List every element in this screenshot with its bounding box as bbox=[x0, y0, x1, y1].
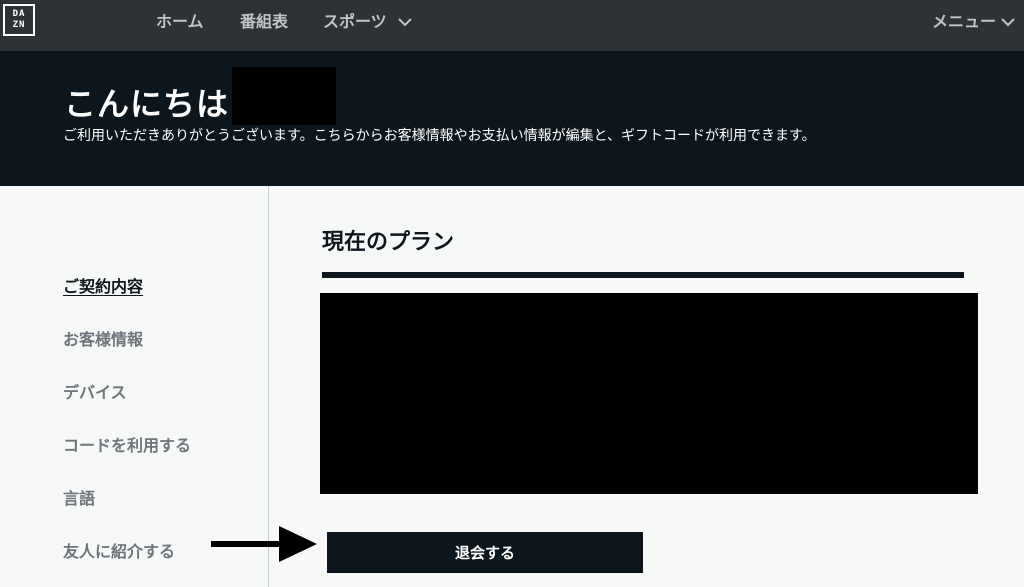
nav-menu[interactable]: メニュー bbox=[932, 0, 1016, 44]
sidebar-item-devices[interactable]: デバイス bbox=[63, 379, 127, 403]
nav-menu-label: メニュー bbox=[932, 12, 997, 31]
logo-text-top: DA bbox=[12, 9, 26, 19]
nav-sports[interactable]: スポーツ bbox=[323, 0, 413, 44]
redacted-plan-details bbox=[320, 293, 978, 494]
greeting-title: こんにちは bbox=[64, 85, 230, 123]
sidebar-item-redeem-code[interactable]: コードを利用する bbox=[63, 432, 191, 456]
arrow-right-icon bbox=[211, 526, 317, 562]
sidebar-item-refer-friend[interactable]: 友人に紹介する bbox=[63, 538, 175, 562]
nav-home[interactable]: ホーム bbox=[156, 0, 204, 44]
sidebar-item-contract[interactable]: ご契約内容 bbox=[63, 273, 143, 297]
sidebar-item-customer-info[interactable]: お客様情報 bbox=[63, 326, 143, 350]
chevron-down-icon bbox=[397, 18, 412, 27]
sidebar-item-language[interactable]: 言語 bbox=[63, 485, 95, 509]
cancel-membership-button[interactable]: 退会する bbox=[327, 532, 643, 573]
chevron-down-icon bbox=[1001, 18, 1015, 27]
current-plan-heading: 現在のプラン bbox=[322, 230, 455, 255]
redacted-username bbox=[232, 67, 336, 125]
top-navigation-bar: DA ZN ホーム 番組表 スポーツ メニュー bbox=[0, 0, 1024, 51]
greeting-subtitle: ご利用いただきありがとうございます。こちらからお客様情報やお支払い情報が編集と、… bbox=[63, 128, 816, 144]
nav-sports-label: スポーツ bbox=[323, 12, 387, 31]
nav-schedule[interactable]: 番組表 bbox=[240, 0, 288, 44]
logo-text-bottom: ZN bbox=[12, 20, 26, 30]
dazn-logo[interactable]: DA ZN bbox=[3, 4, 35, 36]
plan-divider bbox=[322, 272, 964, 278]
